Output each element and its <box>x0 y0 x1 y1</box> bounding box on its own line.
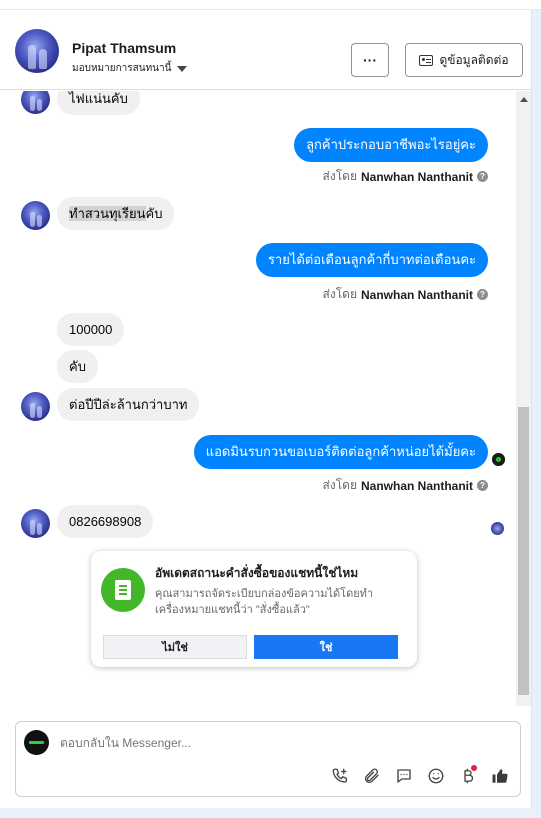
help-icon[interactable]: ? <box>477 171 488 182</box>
message-composer <box>15 721 521 797</box>
seen-indicator <box>492 453 505 466</box>
page-avatar <box>24 730 49 755</box>
chevron-down-icon <box>177 65 188 72</box>
sent-by-prefix: ส่งโดย <box>322 287 357 301</box>
sent-by-label: ส่งโดย Nanwhan Nanthanit ? <box>323 167 488 186</box>
sender-avatar[interactable] <box>21 392 50 421</box>
sent-by-label: ส่งโดย Nanwhan Nanthanit ? <box>323 285 488 304</box>
contact-card-icon <box>419 54 434 66</box>
incoming-message[interactable]: คับ <box>57 350 98 383</box>
contact-name[interactable]: Pipat Thamsum <box>72 40 176 56</box>
view-contact-button[interactable]: ดูข้อมูลติดต่อ <box>405 43 523 77</box>
outgoing-message[interactable]: แอดมินรบกวนขอเบอร์ติดต่อลูกค้าหน่อยได้มั… <box>193 435 488 469</box>
scroll-up-arrow-icon[interactable] <box>520 97 528 102</box>
sent-by-agent: Nanwhan Nanthanit <box>360 478 473 493</box>
outgoing-message[interactable]: ลูกค้าประกอบอาชีพอะไรอยู่คะ <box>294 128 488 162</box>
bottom-strip <box>0 808 541 818</box>
sent-by-agent: Nanwhan Nanthanit <box>360 169 473 184</box>
card-title: อัพเดตสถานะคำสั่งซื้อของแชทนี้ใช่ไหม <box>155 566 359 580</box>
sender-avatar[interactable] <box>21 201 50 230</box>
help-icon[interactable]: ? <box>477 289 488 300</box>
incoming-message[interactable]: ไฟแน่นคับ <box>57 91 140 115</box>
phone-plus-icon[interactable] <box>329 766 350 787</box>
outgoing-message[interactable]: รายได้ต่อเดือนลูกค้ากี่บาทต่อเดือนคะ <box>255 243 488 277</box>
composer-toolbar <box>329 764 510 788</box>
sender-avatar[interactable] <box>21 509 50 538</box>
emoji-icon[interactable] <box>425 766 446 787</box>
more-options-button[interactable]: ··· <box>351 43 389 77</box>
view-contact-label: ดูข้อมูลติดต่อ <box>439 52 509 67</box>
sent-by-prefix: ส่งโดย <box>322 169 357 183</box>
scrollbar[interactable] <box>516 91 531 706</box>
conversation-header: Pipat Thamsum มอบหมายการสนทนานี้ ··· ดูข… <box>0 10 532 90</box>
incoming-message[interactable]: 0826698908 <box>57 505 154 538</box>
message-text: คับ <box>145 206 163 221</box>
order-status-card: อัพเดตสถานะคำสั่งซื้อของแชทนี้ใช่ไหม คุณ… <box>91 551 417 667</box>
sent-by-prefix: ส่งโดย <box>322 478 357 492</box>
highlighted-text: ทำสวนทุเรียน <box>69 206 146 221</box>
chat-bubble-icon[interactable] <box>393 766 414 787</box>
assign-label: มอบหมายการสนทนานี้ <box>72 63 172 74</box>
message-thread: ไฟแน่นคับ ลูกค้าประกอบอาชีพอะไรอยู่คะ ส่… <box>0 91 516 706</box>
paperclip-icon[interactable] <box>361 766 382 787</box>
sent-by-agent: Nanwhan Nanthanit <box>360 287 473 302</box>
card-description: คุณสามารถจัดระเบียบกล่องข้อความได้โดยทำเ… <box>155 588 374 616</box>
top-border <box>0 0 541 10</box>
no-button[interactable]: ไม่ใช่ <box>103 635 247 659</box>
notification-dot <box>471 764 477 771</box>
incoming-message[interactable]: ทำสวนทุเรียนคับ <box>57 197 175 230</box>
sender-avatar[interactable] <box>21 91 50 114</box>
assign-dropdown[interactable]: มอบหมายการสนทนานี้ <box>72 61 188 76</box>
yes-button[interactable]: ใช่ <box>254 635 398 659</box>
receipt-icon <box>101 568 145 612</box>
help-icon[interactable]: ? <box>477 480 488 491</box>
thumbs-up-icon[interactable] <box>489 766 510 787</box>
contact-avatar[interactable] <box>15 29 59 73</box>
baht-icon[interactable] <box>457 764 478 787</box>
read-receipt-avatar <box>491 522 504 535</box>
incoming-message[interactable]: 100000 <box>57 313 125 346</box>
sent-by-label: ส่งโดย Nanwhan Nanthanit ? <box>323 476 488 495</box>
reply-input[interactable] <box>60 736 480 750</box>
scrollbar-thumb[interactable] <box>518 407 529 695</box>
incoming-message[interactable]: ต่อปีปีล่ะล้านกว่าบาท <box>57 388 200 421</box>
